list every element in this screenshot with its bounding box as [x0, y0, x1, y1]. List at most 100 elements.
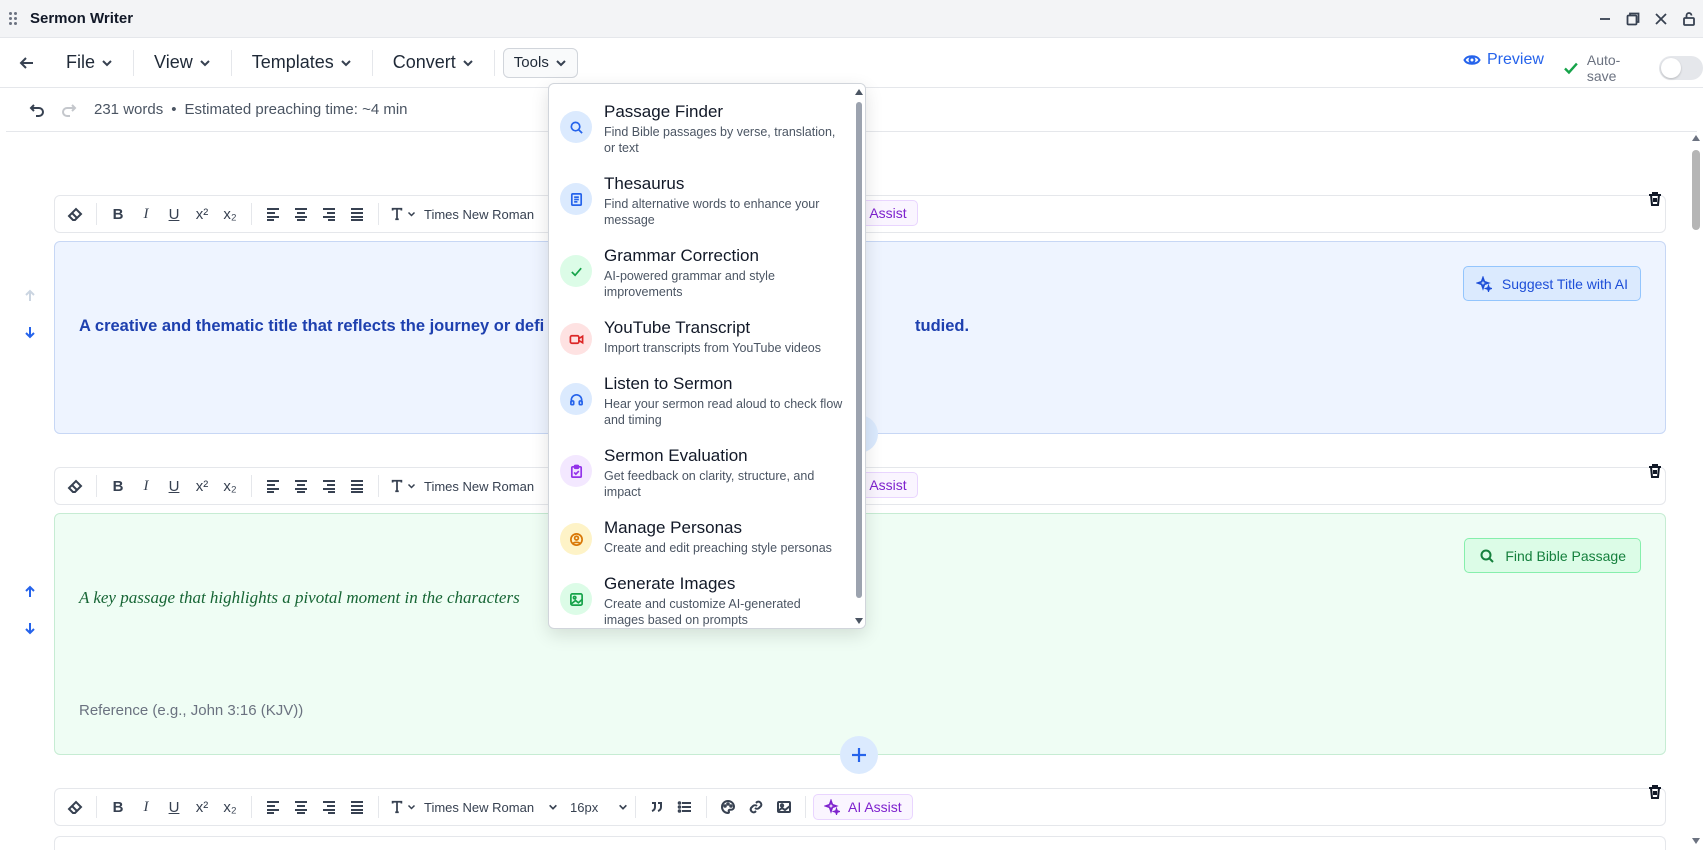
clear-format-button[interactable]	[61, 472, 89, 500]
close-button[interactable]	[1647, 5, 1675, 33]
tools-item-thesaurus[interactable]: Thesaurus Find alternative words to enha…	[549, 174, 849, 232]
justify-button[interactable]	[343, 793, 371, 821]
italic-button[interactable]: I	[132, 472, 160, 500]
tools-item-manage-personas[interactable]: Manage Personas Create and edit preachin…	[549, 518, 849, 560]
menu-file[interactable]: File	[54, 47, 125, 79]
align-left-button[interactable]	[259, 793, 287, 821]
underline-button[interactable]: U	[160, 472, 188, 500]
minimize-button[interactable]	[1591, 5, 1619, 33]
menu-templates[interactable]: Templates	[240, 47, 364, 79]
move-up-button[interactable]	[20, 286, 40, 306]
title-text-tail[interactable]: tudied.	[915, 317, 969, 336]
justify-button[interactable]	[343, 472, 371, 500]
underline-button[interactable]: U	[160, 200, 188, 228]
autosave-toggle[interactable]	[1659, 56, 1703, 80]
tools-item-youtube-transcript[interactable]: YouTube Transcript Import transcripts fr…	[549, 318, 849, 360]
tools-item-listen-to-sermon[interactable]: Listen to Sermon Hear your sermon read a…	[549, 374, 849, 432]
image-button[interactable]	[770, 793, 798, 821]
list-icon	[677, 801, 691, 813]
font-family-select[interactable]: Times New Roman	[424, 800, 564, 815]
reference-input[interactable]: Reference (e.g., John 3:16 (KJV))	[79, 702, 303, 719]
font-size-select[interactable]: 16px	[570, 800, 628, 815]
passage-text[interactable]: A key passage that highlights a pivotal …	[79, 588, 520, 608]
align-justify-icon	[351, 480, 363, 493]
menu-tools[interactable]: Tools	[502, 47, 578, 78]
preview-button[interactable]: Preview	[1463, 51, 1544, 69]
content-block[interactable]	[54, 836, 1666, 850]
arrow-down-icon	[25, 327, 35, 339]
font-family-select[interactable]: Times New Roman	[424, 479, 564, 494]
tools-item-title: Grammar Correction	[604, 246, 759, 265]
scroll-up-arrow-icon[interactable]	[1692, 135, 1700, 141]
back-button[interactable]	[12, 48, 42, 78]
superscript-button[interactable]: x²	[188, 472, 216, 500]
tools-item-generate-images[interactable]: Generate Images Create and customize AI-…	[549, 574, 849, 628]
dropdown-scroll-up-icon[interactable]	[855, 89, 863, 95]
find-bible-passage-button[interactable]: Find Bible Passage	[1464, 538, 1641, 573]
link-button[interactable]	[742, 793, 770, 821]
title-text[interactable]: A creative and thematic title that refle…	[79, 317, 544, 336]
align-right-icon	[323, 208, 335, 221]
page-scrollbar[interactable]	[1690, 133, 1703, 850]
bold-button[interactable]: B	[104, 200, 132, 228]
align-right-button[interactable]	[315, 793, 343, 821]
redo-button[interactable]	[60, 100, 80, 120]
autosave-control: Auto-save	[1563, 52, 1703, 84]
superscript-button[interactable]: x²	[188, 793, 216, 821]
align-center-icon	[295, 480, 307, 493]
text-style-button[interactable]	[386, 793, 420, 821]
bold-button[interactable]: B	[104, 472, 132, 500]
move-down-button[interactable]	[20, 322, 40, 342]
subscript-button[interactable]: x₂	[216, 200, 244, 228]
align-right-button[interactable]	[315, 200, 343, 228]
bold-button[interactable]: B	[104, 793, 132, 821]
tools-item-title: Thesaurus	[604, 174, 685, 193]
dropdown-scrollbar-thumb[interactable]	[856, 102, 862, 598]
window-controls	[1591, 0, 1703, 38]
italic-button[interactable]: I	[132, 200, 160, 228]
align-center-button[interactable]	[287, 472, 315, 500]
tools-item-grammar-correction[interactable]: Grammar Correction AI-powered grammar an…	[549, 246, 849, 304]
underline-button[interactable]: U	[160, 793, 188, 821]
justify-button[interactable]	[343, 200, 371, 228]
move-down-button[interactable]	[20, 618, 40, 638]
toolbar-divider	[378, 475, 379, 497]
delete-block-button[interactable]	[1644, 460, 1666, 482]
menu-convert[interactable]: Convert	[381, 47, 486, 79]
text-style-button[interactable]	[386, 200, 420, 228]
clear-format-button[interactable]	[61, 200, 89, 228]
list-button[interactable]	[671, 793, 699, 821]
maximize-button[interactable]	[1619, 5, 1647, 33]
align-left-button[interactable]	[259, 200, 287, 228]
clear-format-button[interactable]	[61, 793, 89, 821]
page-scrollbar-thumb[interactable]	[1692, 150, 1700, 230]
superscript-button[interactable]: x²	[188, 200, 216, 228]
ai-assist-button[interactable]: AI Assist	[813, 794, 913, 820]
delete-block-button[interactable]	[1644, 188, 1666, 210]
color-button[interactable]	[714, 793, 742, 821]
subscript-button[interactable]: x₂	[216, 793, 244, 821]
delete-block-button[interactable]	[1644, 781, 1666, 803]
drag-handle-icon[interactable]	[9, 12, 19, 25]
video-icon	[569, 334, 583, 344]
dropdown-scroll-down-icon[interactable]	[855, 618, 863, 624]
menu-view[interactable]: View	[142, 47, 223, 79]
italic-button[interactable]: I	[132, 793, 160, 821]
align-left-button[interactable]	[259, 472, 287, 500]
align-center-button[interactable]	[287, 200, 315, 228]
tools-item-sermon-evaluation[interactable]: Sermon Evaluation Get feedback on clarit…	[549, 446, 849, 504]
align-center-button[interactable]	[287, 793, 315, 821]
undo-button[interactable]	[26, 100, 46, 120]
suggest-title-button[interactable]: Suggest Title with AI	[1462, 266, 1641, 301]
scroll-down-arrow-icon[interactable]	[1692, 838, 1700, 844]
tools-item-passage-finder[interactable]: Passage Finder Find Bible passages by ve…	[549, 102, 849, 160]
add-block-button[interactable]	[840, 736, 878, 774]
move-up-button[interactable]	[20, 582, 40, 602]
quote-button[interactable]	[643, 793, 671, 821]
text-style-button[interactable]	[386, 472, 420, 500]
font-family-select[interactable]: Times New Roman	[424, 207, 564, 222]
lock-button[interactable]	[1675, 5, 1703, 33]
align-right-button[interactable]	[315, 472, 343, 500]
tools-item-icon-bg	[560, 583, 592, 615]
subscript-button[interactable]: x₂	[216, 472, 244, 500]
